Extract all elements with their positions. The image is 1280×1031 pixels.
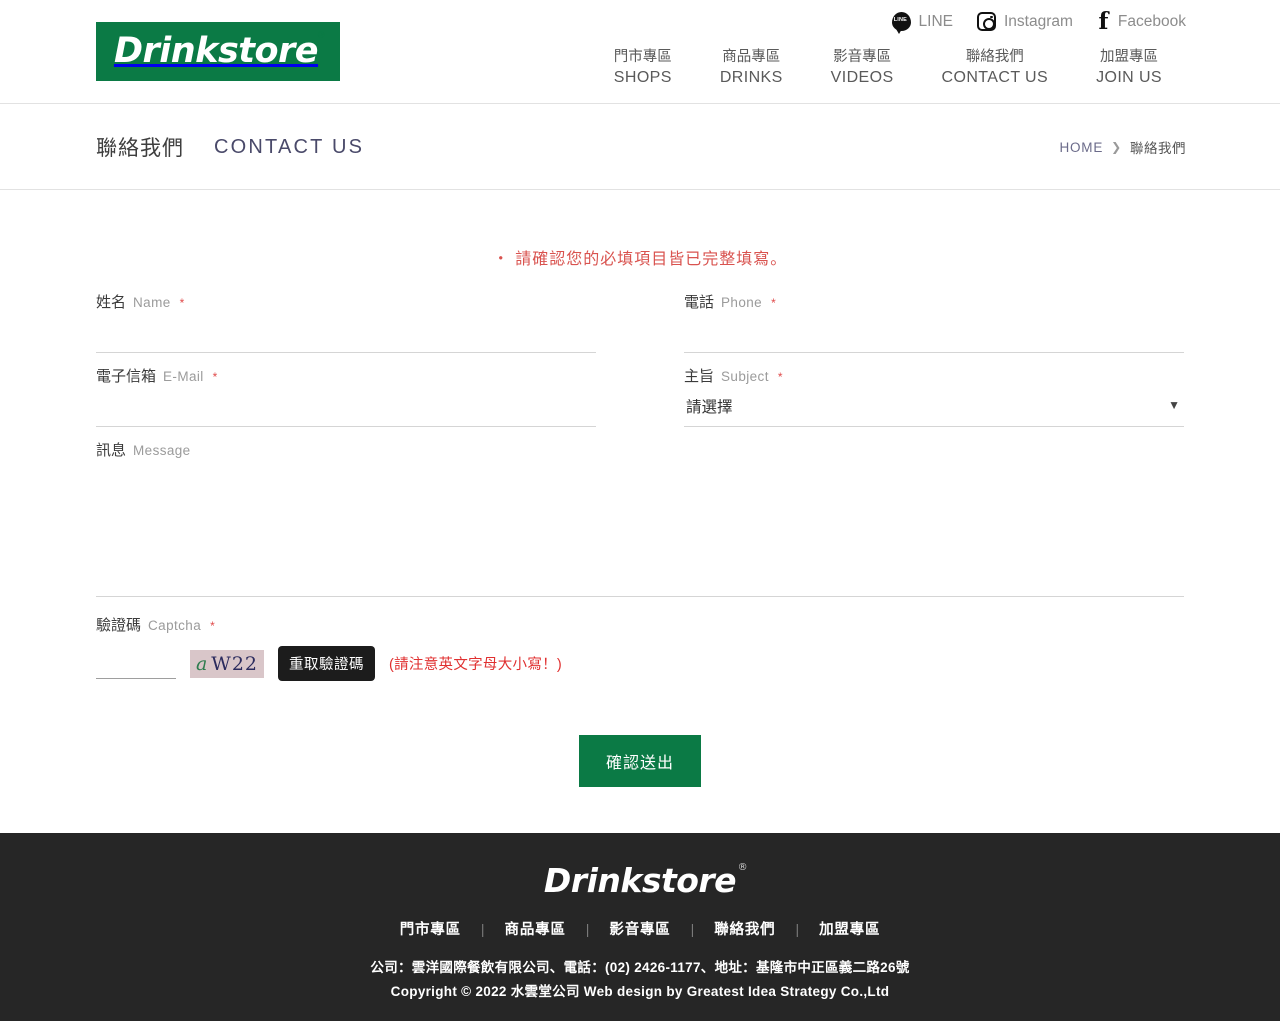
captcha-row: a W22 重取驗證碼 (請注意英文字母大小寫！) — [96, 646, 1184, 681]
footer-nav-item-drinks[interactable]: 商品專區 — [485, 918, 586, 939]
label-captcha-cn: 驗證碼 — [96, 617, 142, 634]
label-email-cn: 電子信箱 — [96, 368, 157, 385]
field-message: 訊息 Message — [96, 439, 1184, 602]
footer-logo-text: Drinkstore — [543, 861, 737, 900]
nav-item-drinks[interactable]: 商品專區 DRINKS — [696, 48, 807, 88]
required-mark: * — [212, 370, 218, 384]
nav-label-en: SHOPS — [613, 69, 672, 87]
contact-form-section: ‧ 請確認您的必填項目皆已完整填寫。 姓名 Name * 電話 Phone * … — [0, 190, 1280, 833]
nav-item-videos[interactable]: 影音專區 VIDEOS — [807, 48, 918, 88]
name-input[interactable] — [96, 319, 596, 353]
nav-label-en: VIDEOS — [830, 69, 894, 87]
registered-trademark-icon: ® — [737, 862, 748, 873]
label-message: 訊息 Message — [96, 439, 1184, 461]
site-logo[interactable]: Drinkstore ® — [96, 22, 340, 81]
label-name-en: Name — [133, 295, 171, 310]
label-name-cn: 姓名 — [96, 294, 127, 311]
subject-select-wrap: 請選擇 ▼ — [684, 393, 1184, 427]
social-label-instagram: Instagram — [1004, 12, 1073, 30]
footer-copyright: Copyright © 2022 水雲堂公司 Web design by Gre… — [390, 984, 890, 1000]
nav-label-cn: 加盟專區 — [1100, 49, 1159, 65]
label-phone-en: Phone — [721, 295, 763, 310]
required-mark: * — [179, 296, 185, 310]
line-icon: LINE — [891, 12, 911, 34]
captcha-char-first: a — [195, 652, 209, 675]
facebook-icon: f — [1098, 8, 1109, 35]
page-title-cn: 聯絡我們 — [96, 137, 184, 160]
nav-label-cn: 門市專區 — [613, 49, 672, 65]
nav-label-en: CONTACT US — [941, 69, 1049, 87]
captcha-image: a W22 — [190, 649, 264, 678]
required-mark: * — [777, 370, 783, 384]
refresh-captcha-button[interactable]: 重取驗證碼 — [278, 646, 375, 681]
label-email-en: E-Mail — [163, 369, 204, 384]
field-name: 姓名 Name * — [96, 291, 640, 353]
site-footer: Drinkstore ® 門市專區 | 商品專區 | 影音專區 | 聯絡我們 | … — [0, 833, 1280, 1021]
nav-item-contact-us[interactable]: 聯絡我們 CONTACT US — [918, 48, 1073, 88]
label-subject-en: Subject — [721, 369, 769, 384]
footer-nav-item-shops[interactable]: 門市專區 — [380, 918, 481, 939]
nav-item-join-us[interactable]: 加盟專區 JOIN US — [1072, 48, 1186, 88]
label-message-cn: 訊息 — [96, 442, 127, 459]
nav-label-cn: 聯絡我們 — [965, 49, 1024, 65]
social-link-instagram[interactable]: Instagram — [977, 12, 1073, 31]
submit-row: 確認送出 — [96, 735, 1184, 787]
label-phone: 電話 Phone * — [684, 291, 1184, 313]
captcha-hint: (請注意英文字母大小寫！) — [389, 657, 563, 673]
page-title-en: CONTACT US — [214, 135, 365, 158]
footer-nav-item-contact-us[interactable]: 聯絡我們 — [694, 918, 795, 939]
footer-navigation: 門市專區 | 商品專區 | 影音專區 | 聯絡我們 | 加盟專區 — [0, 918, 1280, 939]
footer-nav-item-join-us[interactable]: 加盟專區 — [799, 918, 900, 939]
label-email: 電子信箱 E-Mail * — [96, 365, 596, 387]
breadcrumb-current: 聯絡我們 — [1130, 141, 1186, 156]
social-label-facebook: Facebook — [1117, 12, 1186, 30]
nav-label-en: DRINKS — [719, 69, 783, 87]
social-link-facebook[interactable]: f Facebook — [1097, 8, 1186, 35]
nav-item-shops[interactable]: 門市專區 SHOPS — [590, 48, 696, 88]
label-subject: 主旨 Subject * — [684, 365, 1184, 387]
captcha-input[interactable] — [96, 648, 176, 679]
breadcrumb: HOME ❯ 聯絡我們 — [1059, 104, 1186, 190]
nav-label-cn: 影音專區 — [833, 49, 892, 65]
field-subject: 主旨 Subject * 請選擇 ▼ — [640, 365, 1184, 427]
nav-label-cn: 商品專區 — [722, 49, 781, 65]
submit-button[interactable]: 確認送出 — [578, 735, 701, 787]
required-mark: * — [210, 619, 215, 633]
nav-label-en: JOIN US — [1096, 69, 1162, 87]
label-phone-cn: 電話 — [684, 294, 715, 311]
social-links: LINE LINE Instagram f Facebook — [891, 8, 1186, 35]
captcha-chars-rest: W22 — [211, 652, 259, 675]
email-input[interactable] — [96, 393, 596, 427]
registered-trademark-icon: ® — [316, 31, 326, 41]
footer-nav-item-videos[interactable]: 影音專區 — [589, 918, 690, 939]
label-subject-cn: 主旨 — [684, 368, 715, 385]
footer-info-line-1: 公司：雲洋國際餐飲有限公司、電話：(02) 2426-1177、地址：基隆市中正… — [370, 960, 910, 975]
form-notice: ‧ 請確認您的必填項目皆已完整填寫。 — [492, 251, 788, 268]
required-mark: * — [771, 296, 776, 310]
instagram-icon — [977, 12, 996, 31]
footer-company-info: 公司：雲洋國際餐飲有限公司、電話：(02) 2426-1177、地址：基隆市中正… — [0, 956, 1280, 1005]
field-email: 電子信箱 E-Mail * — [96, 365, 640, 427]
footer-logo: Drinkstore ® — [543, 861, 748, 900]
label-name: 姓名 Name * — [96, 291, 596, 313]
label-captcha-en: Captcha — [148, 618, 202, 633]
message-textarea[interactable] — [96, 467, 1184, 597]
phone-input[interactable] — [684, 319, 1184, 353]
site-header: Drinkstore ® LINE LINE Instagram f Facebo… — [0, 0, 1280, 104]
label-message-en: Message — [133, 443, 191, 458]
main-navigation: 門市專區 SHOPS 商品專區 DRINKS 影音專區 VIDEOS 聯絡我們 … — [590, 48, 1186, 88]
chevron-right-icon: ❯ — [1111, 140, 1122, 154]
page-title: 聯絡我們 CONTACT US — [96, 104, 364, 190]
logo-text: Drinkstore ® — [113, 31, 326, 71]
social-link-line[interactable]: LINE LINE — [891, 12, 953, 34]
contact-form: 姓名 Name * 電話 Phone * 電子信箱 E-Mail * 主旨 Su… — [96, 291, 1184, 799]
field-captcha: 驗證碼 Captcha * a W22 重取驗證碼 (請注意英文字母大小寫！) — [96, 614, 1184, 681]
field-phone: 電話 Phone * — [640, 291, 1184, 353]
breadcrumb-home[interactable]: HOME — [1059, 140, 1103, 155]
subject-select[interactable]: 請選擇 — [684, 393, 1184, 427]
label-captcha: 驗證碼 Captcha * — [96, 614, 1184, 636]
page-title-band: 聯絡我們 CONTACT US HOME ❯ 聯絡我們 — [0, 104, 1280, 190]
social-label-line: LINE — [918, 12, 953, 30]
